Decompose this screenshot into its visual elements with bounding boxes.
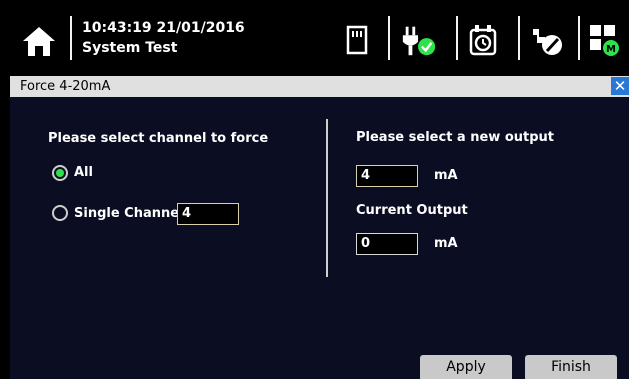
status-divider (388, 16, 390, 60)
settings-button[interactable] (528, 20, 566, 60)
dialog-title: Force 4-20mA (20, 79, 111, 94)
status-divider (70, 16, 72, 60)
power-status-button[interactable] (400, 20, 438, 60)
current-output-unit: mA (434, 236, 458, 251)
close-button[interactable]: ✕ (611, 77, 629, 95)
current-output-heading: Current Output (356, 203, 468, 218)
status-divider (456, 16, 458, 60)
home-icon (23, 27, 55, 56)
alarm-clock-icon (469, 25, 497, 56)
memory-card-button[interactable] (338, 20, 376, 60)
dialog-title-bar: Force 4-20mA ✕ (10, 76, 629, 97)
memory-card-icon (346, 25, 368, 55)
window-edge (0, 76, 10, 379)
radio-all[interactable] (52, 165, 68, 181)
output-heading: Please select a new output (356, 130, 555, 145)
status-bar: 10:43:19 21/01/2016 System Test M (0, 0, 629, 76)
channel-heading: Please select channel to force (48, 131, 269, 146)
current-output-field: 0 (356, 233, 418, 255)
new-output-input[interactable]: 4 (356, 165, 418, 187)
screen-title: System Test (82, 40, 178, 56)
radio-single-channel[interactable] (52, 205, 68, 221)
datetime-text: 10:43:19 21/01/2016 (82, 20, 245, 36)
new-output-unit: mA (434, 168, 458, 183)
home-button[interactable] (14, 18, 64, 64)
alarm-clock-button[interactable] (464, 20, 502, 60)
apply-button[interactable]: Apply (420, 355, 512, 379)
menu-grid-icon: M (590, 25, 619, 56)
svg-text:M: M (606, 44, 616, 55)
status-divider (518, 16, 520, 60)
finish-button[interactable]: Finish (525, 355, 617, 379)
radio-single-channel-label: Single Channel (74, 206, 184, 221)
power-plug-ok-icon (402, 26, 436, 56)
radio-all-label: All (74, 165, 93, 180)
close-icon: ✕ (613, 77, 627, 95)
single-channel-input[interactable]: 4 (177, 203, 239, 225)
menu-button[interactable]: M (586, 20, 624, 60)
column-divider (326, 119, 328, 277)
status-divider (578, 16, 580, 60)
wrench-icon (533, 29, 562, 55)
dialog-body: Please select channel to force All Singl… (10, 97, 629, 379)
